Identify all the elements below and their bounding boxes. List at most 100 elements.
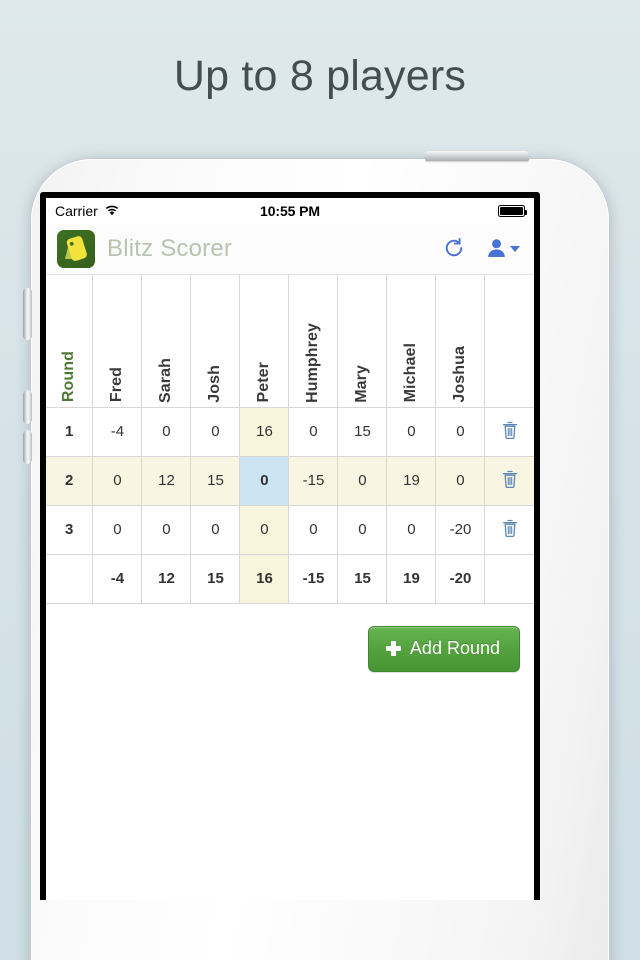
player-name-label: Humphrey [304,322,322,403]
score-cell[interactable]: 0 [190,407,241,457]
header-player-5[interactable]: Mary [337,275,388,408]
total-cell: 12 [141,554,192,604]
score-cell[interactable]: 0 [435,407,486,457]
account-menu-button[interactable] [487,238,520,261]
header-row: Round Fred Sarah Josh Peter Humphrey Mar… [46,275,534,408]
score-cell[interactable]: 0 [141,407,192,457]
score-cell[interactable]: 0 [239,505,290,555]
table-actions: Add Round [46,603,534,672]
total-cell: 19 [386,554,437,604]
screen-bezel: Carrier 10:55 PM Blitz Scorer Round Fred… [40,192,540,900]
header-player-6[interactable]: Michael [386,275,437,408]
score-cell[interactable]: 16 [239,407,290,457]
header-player-1[interactable]: Sarah [141,275,192,408]
refresh-icon [443,237,465,262]
user-account-icon [487,238,506,261]
score-cell[interactable]: 0 [190,505,241,555]
totals-delete-blank [484,554,534,604]
score-cell-selected[interactable]: 0 [239,456,290,506]
score-cell[interactable]: 0 [92,505,143,555]
header-player-7[interactable]: Joshua [435,275,486,408]
score-table-totals: -4 12 15 16 -15 15 19 -20 [46,554,534,604]
totals-round-blank [46,554,94,604]
player-name-label: Michael [402,343,420,403]
round-number: 3 [46,505,94,555]
player-name-label: Joshua [451,345,469,403]
table-row: 3 0 0 0 0 0 0 0 -20 [46,505,534,555]
promo-screenshot: Up to 8 players Carrier 10:55 PM Blitz S… [0,0,640,960]
score-cell[interactable]: 0 [337,505,388,555]
score-cell[interactable]: 12 [141,456,192,506]
score-cell[interactable]: 0 [141,505,192,555]
score-table: Round Fred Sarah Josh Peter Humphrey Mar… [46,275,534,604]
total-cell: 15 [337,554,388,604]
header-player-2[interactable]: Josh [190,275,241,408]
trash-icon [502,421,518,442]
total-cell: -15 [288,554,339,604]
power-button[interactable] [425,151,529,161]
header-player-3[interactable]: Peter [239,275,290,408]
add-round-label: Add Round [409,637,500,658]
score-cell[interactable]: -15 [288,456,339,506]
score-cell[interactable]: 0 [386,407,437,457]
volume-up-button[interactable] [23,390,32,424]
score-cell[interactable]: 0 [337,456,388,506]
status-bar-right [498,205,527,217]
delete-round-button[interactable] [485,519,534,540]
chevron-down-icon [510,246,520,252]
score-cell[interactable]: 0 [435,456,486,506]
ios-status-bar: Carrier 10:55 PM [46,198,534,224]
mute-switch[interactable] [23,288,32,340]
player-name-label: Peter [255,361,273,403]
header-player-4[interactable]: Humphrey [288,275,339,408]
delete-round-cell [484,505,534,555]
promo-headline: Up to 8 players [173,52,467,100]
navbar-actions [443,237,520,262]
score-cell[interactable]: -4 [92,407,143,457]
score-table-body: 1 -4 0 0 16 0 15 0 0 2 0 12 15 0 -15 0 1… [46,407,534,555]
delete-round-button[interactable] [485,470,534,491]
blitz-scorer-app-logo-icon [57,230,95,268]
app-navbar: Blitz Scorer [46,224,534,275]
score-cell[interactable]: 19 [386,456,437,506]
score-table-head: Round Fred Sarah Josh Peter Humphrey Mar… [46,275,534,408]
add-round-button[interactable]: Add Round [367,625,520,672]
player-name-label: Sarah [157,357,175,403]
score-cell[interactable]: 15 [337,407,388,457]
header-round-label: Round [60,351,78,403]
round-number: 1 [46,407,94,457]
total-cell: 16 [239,554,290,604]
score-cell[interactable]: 15 [190,456,241,506]
total-cell: -20 [435,554,486,604]
score-cell[interactable]: 0 [288,505,339,555]
totals-row: -4 12 15 16 -15 15 19 -20 [46,554,534,604]
score-table-container: Round Fred Sarah Josh Peter Humphrey Mar… [46,275,534,604]
player-name-label: Mary [353,364,371,403]
trash-icon [502,470,518,491]
header-player-0[interactable]: Fred [92,275,143,408]
refresh-button[interactable] [443,237,465,262]
score-cell[interactable]: 0 [386,505,437,555]
app-title: Blitz Scorer [107,235,233,262]
plus-icon [385,640,401,656]
table-row: 2 0 12 15 0 -15 0 19 0 [46,456,534,506]
player-name-label: Josh [206,364,224,403]
score-cell[interactable]: 0 [92,456,143,506]
delete-round-cell [484,456,534,506]
score-cell[interactable]: -20 [435,505,486,555]
phone-screen: Carrier 10:55 PM Blitz Scorer Round Fred… [46,198,534,900]
round-number: 2 [46,456,94,506]
header-round: Round [46,275,94,408]
delete-round-button[interactable] [485,421,534,442]
status-bar-time: 10:55 PM [260,203,320,219]
volume-down-button[interactable] [23,430,32,464]
player-name-label: Fred [108,367,126,403]
total-cell: -4 [92,554,143,604]
header-delete-column [484,275,534,408]
battery-full-icon [498,205,527,217]
trash-icon [502,519,518,540]
delete-round-cell [484,407,534,457]
score-cell[interactable]: 0 [288,407,339,457]
total-cell: 15 [190,554,241,604]
table-row: 1 -4 0 0 16 0 15 0 0 [46,407,534,457]
